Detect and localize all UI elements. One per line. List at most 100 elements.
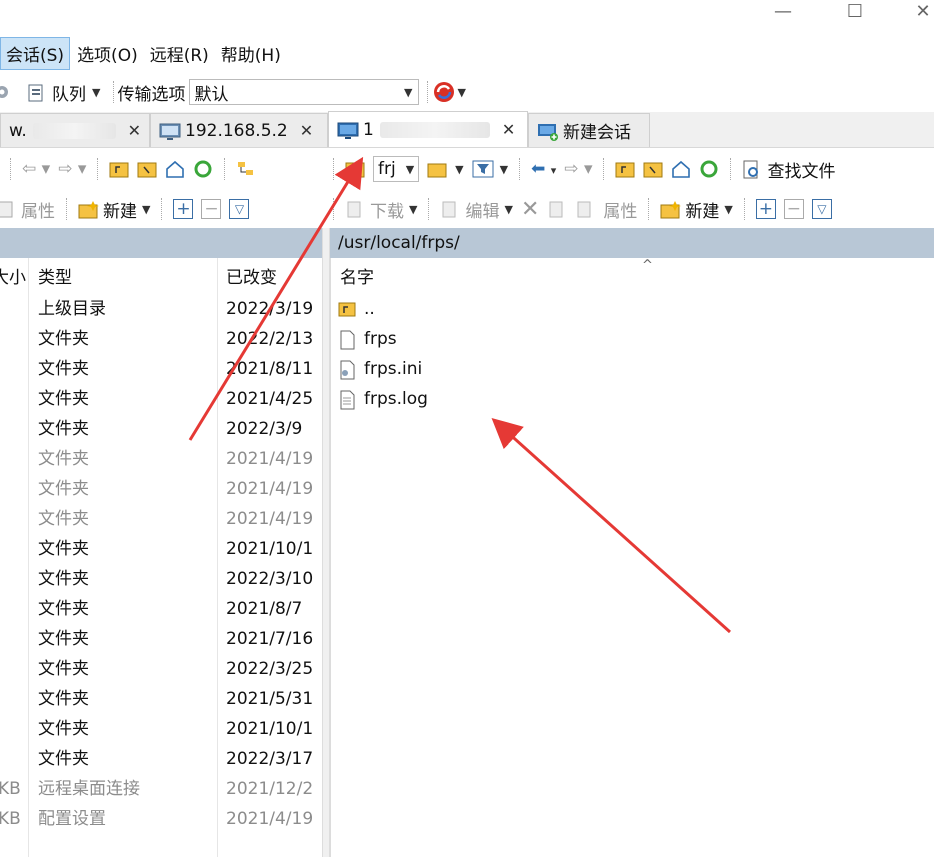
table-row[interactable]: 上级目录 2022/3/19 bbox=[0, 294, 322, 324]
cell-type: 文件夹 bbox=[38, 389, 89, 409]
transfer-options-select[interactable]: 默认 ▼ bbox=[189, 79, 420, 105]
edit-button[interactable]: 编辑 ▼ bbox=[440, 197, 513, 222]
sync-icon[interactable] bbox=[431, 80, 457, 104]
chevron-down-icon[interactable]: ▼ bbox=[500, 163, 508, 176]
tree-icon[interactable] bbox=[236, 160, 256, 178]
tab-session-2[interactable]: 192.168.5.2 ✕ bbox=[150, 113, 328, 147]
refresh-icon[interactable] bbox=[699, 160, 719, 178]
list-item[interactable]: frps bbox=[338, 324, 397, 354]
file-name: .. bbox=[364, 299, 375, 319]
table-row[interactable]: 文件夹 2022/3/10 bbox=[0, 564, 322, 594]
chevron-down-icon[interactable]: ▼ bbox=[455, 163, 463, 176]
download-button[interactable]: 下载 ▼ bbox=[345, 197, 417, 222]
cell-type: 文件夹 bbox=[38, 659, 89, 679]
table-row[interactable]: 文件夹 2022/2/13 bbox=[0, 324, 322, 354]
parent-dir-icon[interactable] bbox=[615, 160, 635, 178]
rename-icon[interactable] bbox=[547, 200, 567, 218]
parent-dir-icon[interactable] bbox=[109, 160, 129, 178]
path-combo[interactable]: frj ▼ bbox=[373, 156, 420, 182]
right-path-bar: /usr/local/frps/ bbox=[330, 228, 934, 258]
table-row[interactable]: 文件夹 2021/8/7 bbox=[0, 594, 322, 624]
select-minus-icon[interactable]: − bbox=[783, 199, 804, 219]
filter-icon[interactable]: ▽ bbox=[811, 199, 832, 219]
queue-button[interactable]: 队列 ▼ bbox=[26, 80, 100, 105]
refresh-icon[interactable] bbox=[193, 160, 213, 178]
toolbar-separator bbox=[427, 81, 429, 103]
cell-modified: 2021/4/19 bbox=[226, 449, 314, 469]
close-icon[interactable]: ✕ bbox=[300, 121, 313, 140]
delete-icon[interactable]: ✕ bbox=[521, 197, 539, 222]
table-row[interactable]: 文件夹 2022/3/9 bbox=[0, 414, 322, 444]
filter-icon[interactable]: ▽ bbox=[229, 199, 250, 219]
table-row[interactable]: KB 配置设置 2021/4/19 bbox=[0, 804, 322, 834]
remote-path[interactable]: /usr/local/frps/ bbox=[338, 233, 460, 253]
new-button[interactable]: 新建 ▼ bbox=[660, 197, 733, 222]
text-file-icon bbox=[338, 390, 358, 410]
tab-new-session[interactable]: 新建会话 bbox=[528, 113, 650, 147]
list-item[interactable]: frps.ini bbox=[338, 354, 422, 384]
table-row[interactable]: 文件夹 2022/3/17 bbox=[0, 744, 322, 774]
table-row[interactable]: 文件夹 2021/4/19 bbox=[0, 504, 322, 534]
list-item[interactable]: frps.log bbox=[338, 384, 428, 414]
table-row[interactable]: 文件夹 2022/3/25 bbox=[0, 654, 322, 684]
close-button[interactable]: ✕ bbox=[900, 0, 934, 26]
filter-icon[interactable] bbox=[472, 160, 494, 178]
root-dir-icon[interactable] bbox=[643, 160, 663, 178]
new-button[interactable]: 新建 ▼ bbox=[78, 197, 150, 222]
cell-modified: 2021/4/25 bbox=[226, 389, 314, 409]
pane-splitter[interactable] bbox=[322, 228, 330, 857]
home-icon[interactable] bbox=[165, 160, 185, 178]
table-row[interactable]: 文件夹 2021/10/1 bbox=[0, 534, 322, 564]
chevron-down-icon[interactable]: ▼ bbox=[92, 86, 100, 99]
table-row[interactable]: 文件夹 2021/10/1 bbox=[0, 714, 322, 744]
root-dir-icon[interactable] bbox=[137, 160, 157, 178]
back-icon[interactable]: ⇦ ▾ bbox=[22, 159, 50, 179]
maximize-button[interactable]: ☐ bbox=[832, 0, 878, 26]
redacted-text bbox=[379, 121, 490, 138]
properties-icon[interactable] bbox=[575, 200, 595, 218]
home-icon[interactable] bbox=[671, 160, 691, 178]
config-file-icon bbox=[338, 360, 358, 380]
session-tabs: w. ✕ 192.168.5.2 ✕ 1 ✕ 新建会话 bbox=[0, 111, 934, 148]
table-row[interactable]: 文件夹 2021/8/11 bbox=[0, 354, 322, 384]
local-file-list: 大小 类型 已改变 上级目录 2022/3/19 文件夹 2022/2/13 文件夹 20… bbox=[0, 258, 322, 857]
chevron-down-icon[interactable]: ▼ bbox=[457, 86, 465, 99]
forward-icon[interactable]: ⇨ ▾ bbox=[58, 159, 86, 179]
close-icon[interactable]: ✕ bbox=[502, 120, 515, 139]
cell-modified: 2021/10/1 bbox=[226, 719, 314, 739]
select-minus-icon[interactable]: − bbox=[201, 199, 222, 219]
close-icon[interactable]: ✕ bbox=[128, 121, 141, 140]
forward-icon[interactable]: ⇨ ▾ bbox=[564, 159, 592, 179]
menu-remote[interactable]: 远程(R) bbox=[145, 38, 214, 69]
gear-icon[interactable] bbox=[0, 83, 14, 101]
list-item[interactable]: .. bbox=[338, 294, 375, 324]
table-row[interactable]: 文件夹 2021/4/25 bbox=[0, 384, 322, 414]
menu-session[interactable]: 会话(S) bbox=[0, 36, 71, 70]
left-path-bar bbox=[0, 228, 322, 258]
tab-session-1[interactable]: w. ✕ bbox=[0, 113, 150, 147]
select-plus-icon[interactable]: + bbox=[173, 199, 194, 219]
open-folder-icon[interactable] bbox=[427, 160, 447, 178]
column-header-modified[interactable]: 已改变 bbox=[226, 264, 277, 292]
column-header-name[interactable]: 名字 bbox=[340, 264, 374, 292]
menu-help[interactable]: 帮助(H) bbox=[216, 38, 286, 69]
find-files-button[interactable]: 查找文件 bbox=[742, 157, 835, 182]
minimize-button[interactable]: — bbox=[760, 0, 806, 26]
select-plus-icon[interactable]: + bbox=[755, 199, 776, 219]
right-file-toolbar: 下载 ▼ 编辑 ▼ ✕ 属性 新建 ▼ + − ▽ bbox=[330, 190, 934, 228]
table-row[interactable]: 文件夹 2021/4/19 bbox=[0, 444, 322, 474]
table-row[interactable]: 文件夹 2021/5/31 bbox=[0, 684, 322, 714]
back-icon[interactable]: ⬅ ▾ bbox=[531, 159, 556, 179]
cell-type: 文件夹 bbox=[38, 419, 89, 439]
column-header-size[interactable]: 大小 bbox=[0, 264, 26, 292]
properties-button[interactable]: 属性 bbox=[0, 197, 55, 222]
properties-label[interactable]: 属性 bbox=[603, 197, 637, 222]
menu-options[interactable]: 选项(O) bbox=[72, 38, 143, 69]
tab-session-3[interactable]: 1 ✕ bbox=[328, 111, 528, 147]
tab-label: 192.168.5.2 bbox=[185, 120, 288, 141]
table-row[interactable]: KB 远程桌面连接 2021/12/2 bbox=[0, 774, 322, 804]
chevron-down-icon: ▼ bbox=[405, 162, 415, 176]
table-row[interactable]: 文件夹 2021/4/19 bbox=[0, 474, 322, 504]
table-row[interactable]: 文件夹 2021/7/16 bbox=[0, 624, 322, 654]
column-header-type[interactable]: 类型 bbox=[38, 264, 72, 292]
